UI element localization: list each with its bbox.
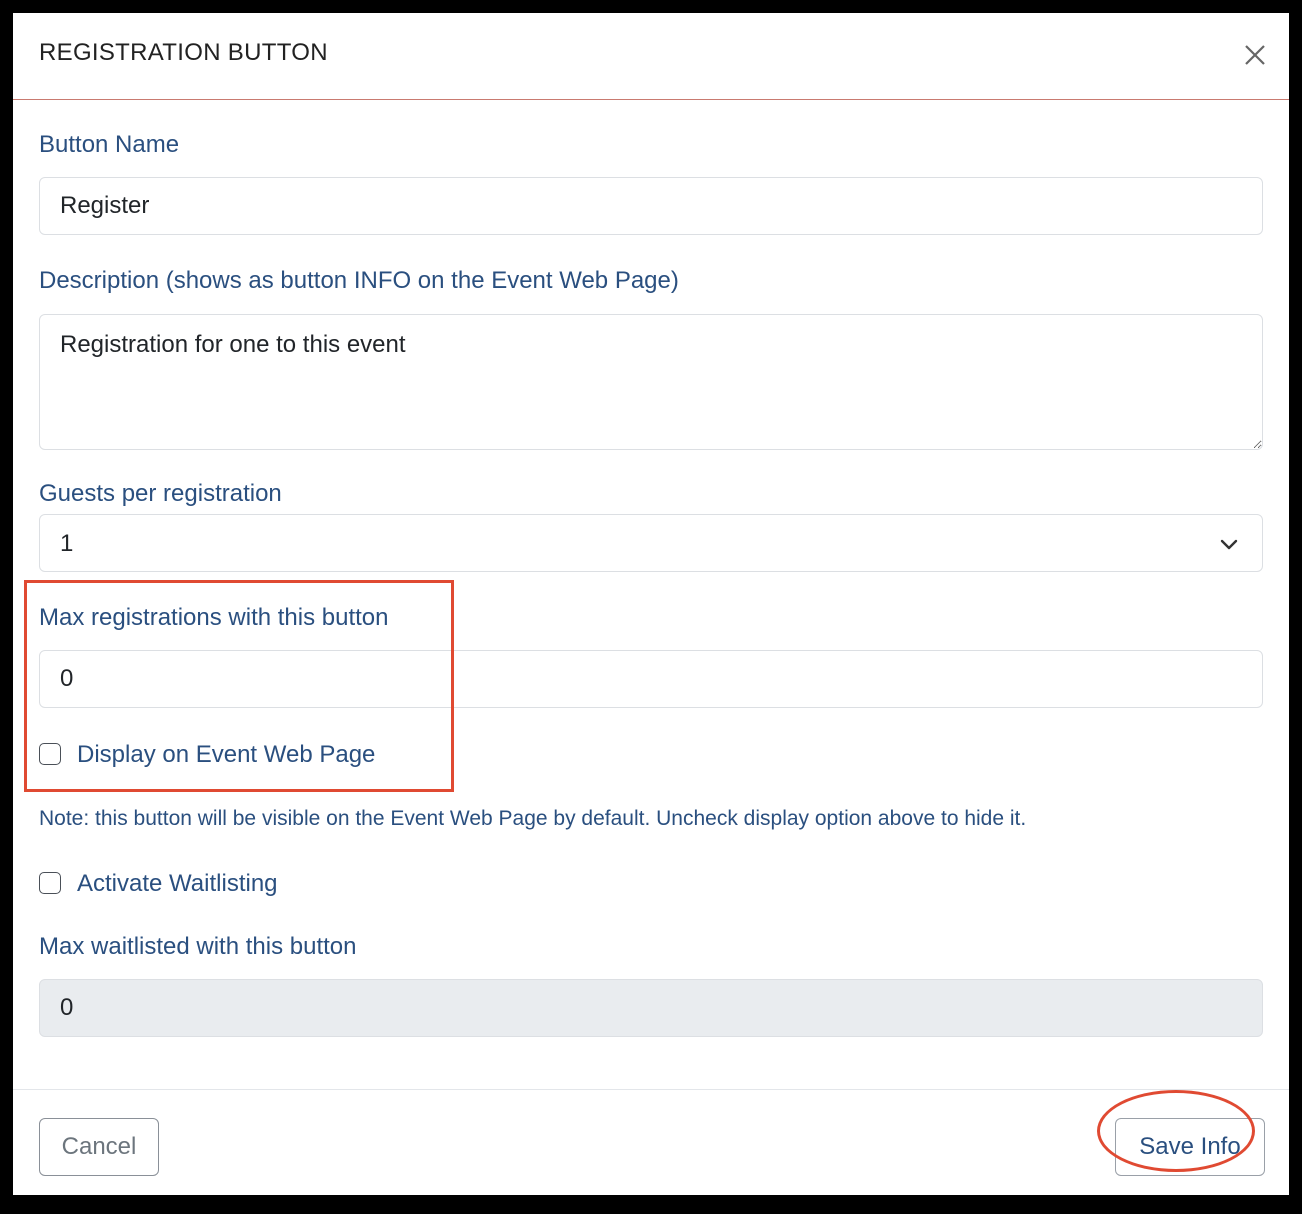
modal-footer: Cancel Save Info — [13, 1089, 1289, 1196]
description-textarea[interactable]: Registration for one to this event — [39, 314, 1263, 450]
guests-per-registration-select[interactable]: 1 — [39, 514, 1263, 572]
chevron-down-icon — [1220, 539, 1238, 550]
max-registrations-input[interactable] — [39, 650, 1263, 708]
max-waitlisted-input — [39, 979, 1263, 1037]
button-name-label: Button Name — [39, 131, 180, 158]
save-info-button[interactable]: Save Info — [1115, 1118, 1265, 1176]
close-icon — [1245, 45, 1265, 65]
waitlisting-label: Activate Waitlisting — [77, 870, 278, 897]
display-note: Note: this button will be visible on the… — [39, 807, 1027, 830]
modal-title: REGISTRATION BUTTON — [39, 39, 328, 66]
waitlisting-checkbox[interactable] — [39, 872, 61, 894]
close-button[interactable] — [1241, 41, 1269, 69]
modal-header: REGISTRATION BUTTON — [13, 13, 1289, 100]
max-registrations-label: Max registrations with this button — [39, 604, 389, 631]
guests-selected-value: 1 — [60, 530, 74, 557]
max-waitlisted-label: Max waitlisted with this button — [39, 933, 357, 960]
display-on-web-label: Display on Event Web Page — [77, 741, 376, 768]
description-label: Description (shows as button INFO on the… — [39, 267, 679, 294]
cancel-button[interactable]: Cancel — [39, 1118, 159, 1176]
button-name-input[interactable] — [39, 177, 1263, 235]
display-on-web-checkbox[interactable] — [39, 743, 61, 765]
guests-per-registration-label: Guests per registration — [39, 480, 282, 507]
registration-button-modal: REGISTRATION BUTTON Button Name Descript… — [13, 13, 1289, 1195]
